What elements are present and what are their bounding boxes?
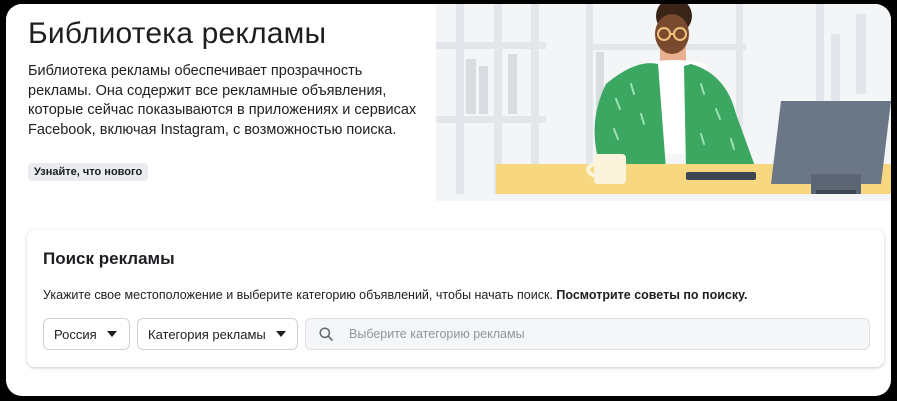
search-hint-text: Укажите свое местоположение и выберите к… xyxy=(43,288,553,302)
page-title: Библиотека рекламы xyxy=(28,17,327,50)
caret-down-icon xyxy=(275,331,286,337)
hero-section: Библиотека рекламы Библиотека рекламы об… xyxy=(6,4,891,201)
search-icon xyxy=(319,327,333,341)
whats-new-button[interactable]: Узнайте, что нового xyxy=(28,163,149,181)
search-ads-panel: Поиск рекламы Укажите свое местоположени… xyxy=(27,230,884,367)
search-hint: Укажите свое местоположение и выберите к… xyxy=(43,288,747,302)
search-input[interactable] xyxy=(347,326,851,342)
country-value: Россия xyxy=(54,326,97,342)
search-tips-link[interactable]: Посмотрите советы по поиску. xyxy=(556,288,747,302)
ad-library-page: Библиотека рекламы Библиотека рекламы об… xyxy=(6,4,891,396)
search-box[interactable] xyxy=(305,318,870,350)
hero-illustration xyxy=(436,4,891,201)
ad-category-dropdown[interactable]: Категория рекламы xyxy=(137,318,298,350)
ad-category-value: Категория рекламы xyxy=(148,326,266,342)
hero-description: Библиотека рекламы обеспечивает прозрачн… xyxy=(28,63,417,138)
caret-down-icon xyxy=(106,331,117,337)
country-dropdown[interactable]: Россия xyxy=(43,318,130,350)
search-section-title: Поиск рекламы xyxy=(43,249,175,268)
